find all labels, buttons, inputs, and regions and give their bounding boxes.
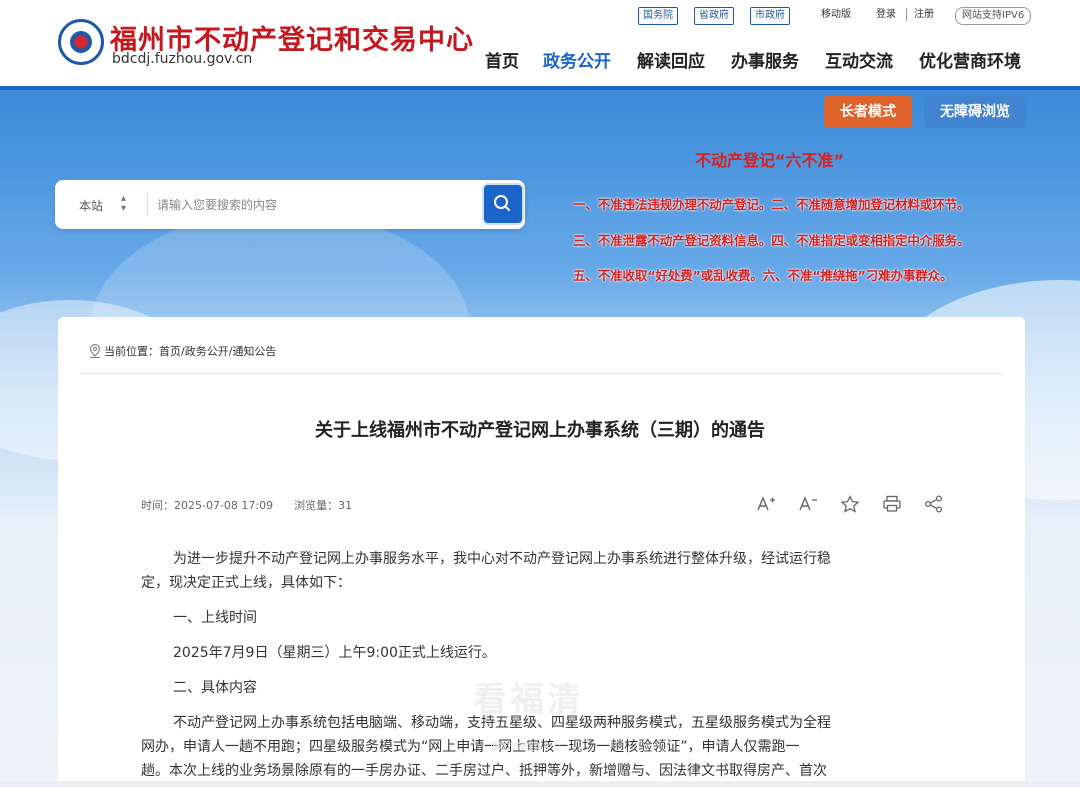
breadcrumb-gov-affairs[interactable]: 政务公开	[185, 345, 229, 358]
search-icon	[494, 195, 510, 211]
views-label: 浏览量：	[294, 499, 339, 512]
nav-gov-affairs[interactable]: 政务公开	[543, 47, 611, 72]
search-bar: 本站 ▴ ▾	[55, 180, 525, 229]
ipv6-badge: 网站支持IPV6	[955, 7, 1032, 25]
nav-home[interactable]: 首页	[485, 47, 519, 72]
breadcrumb: 当前位置：首页/政务公开/通知公告	[104, 343, 276, 359]
article-paragraph: 为进一步提升不动产登记网上办事服务水平，我中心对不动产登记网上办事系统进行整体升…	[173, 551, 831, 567]
view-count: 31	[338, 499, 353, 512]
link-state-council[interactable]: 国务院	[638, 7, 678, 25]
article-paragraph: 趟。本次上线的业务场景除原有的一手房办证、二手房过户、抵押等外，新增赠与、因法律…	[141, 763, 827, 779]
search-input[interactable]	[155, 192, 479, 218]
print-icon[interactable]	[881, 494, 903, 514]
search-button[interactable]	[482, 183, 524, 225]
nav-interpretation[interactable]: 解读回应	[637, 47, 705, 72]
article-heading: 一、上线时间	[173, 610, 257, 626]
font-increase-icon[interactable]	[755, 494, 777, 514]
article-meta: 时间：2025-07-08 17:09 浏览量：31	[141, 497, 352, 513]
watermark-subtitle: 福清市融媒体中心	[489, 743, 562, 753]
link-province-gov[interactable]: 省政府	[694, 7, 734, 25]
article-paragraph: 2025年7月9日（星期三）上午9:00正式上线运行。	[173, 645, 496, 661]
util-divider	[906, 8, 907, 21]
location-pin-icon	[89, 343, 101, 359]
link-mobile[interactable]: 移动版	[821, 7, 851, 23]
site-domain: bdcdj.fuzhou.gov.cn	[112, 51, 253, 67]
six-rules-line: 五、不准收取“好处费”或乱收费。六、不准“推绕拖”刁难办事群众。	[573, 268, 953, 283]
link-city-gov[interactable]: 市政府	[750, 7, 790, 25]
breadcrumb-label: 当前位置：	[104, 345, 159, 358]
six-rules-line: 一、不准违法违规办理不动产登记。二、不准随意增加登记材料或环节。	[573, 197, 970, 212]
link-register[interactable]: 注册	[914, 7, 934, 23]
nav-services[interactable]: 办事服务	[731, 47, 799, 72]
six-rules-title: 不动产登记“六不准”	[695, 151, 845, 170]
time-label: 时间：	[141, 499, 174, 512]
breadcrumb-notices[interactable]: 通知公告	[232, 345, 276, 358]
bottom-edge	[0, 781, 1080, 787]
elder-mode-button[interactable]: 长者模式	[824, 96, 912, 128]
site-logo-icon[interactable]	[58, 19, 104, 65]
site-header: 福州市不动产登记和交易中心 bdcdj.fuzhou.gov.cn 国务院 省政…	[0, 0, 1080, 88]
link-login[interactable]: 登录	[876, 7, 896, 23]
select-arrows-icon[interactable]: ▴ ▾	[121, 194, 126, 214]
article-title: 关于上线福州市不动产登记网上办事系统（三期）的通告	[315, 420, 765, 441]
article-paragraph: 定，现决定正式上线，具体如下：	[141, 575, 351, 591]
publish-time: 2025-07-08 17:09	[174, 499, 274, 512]
nav-business-env[interactable]: 优化营商环境	[919, 47, 1021, 72]
favorite-star-icon[interactable]	[839, 494, 861, 514]
accessible-browse-button[interactable]: 无障碍浏览	[924, 96, 1026, 128]
nav-interaction[interactable]: 互动交流	[825, 47, 893, 72]
breadcrumb-home[interactable]: 首页	[159, 345, 181, 358]
search-divider	[147, 193, 148, 216]
breadcrumb-divider	[81, 373, 1002, 374]
watermark-logo: 看福清	[473, 680, 584, 720]
share-icon[interactable]	[923, 494, 945, 514]
six-rules-line: 三、不准泄露不动产登记资料信息。四、不准指定或变相指定中介服务。	[573, 233, 970, 248]
font-decrease-icon[interactable]	[797, 494, 819, 514]
search-scope-select[interactable]: 本站	[79, 197, 103, 214]
